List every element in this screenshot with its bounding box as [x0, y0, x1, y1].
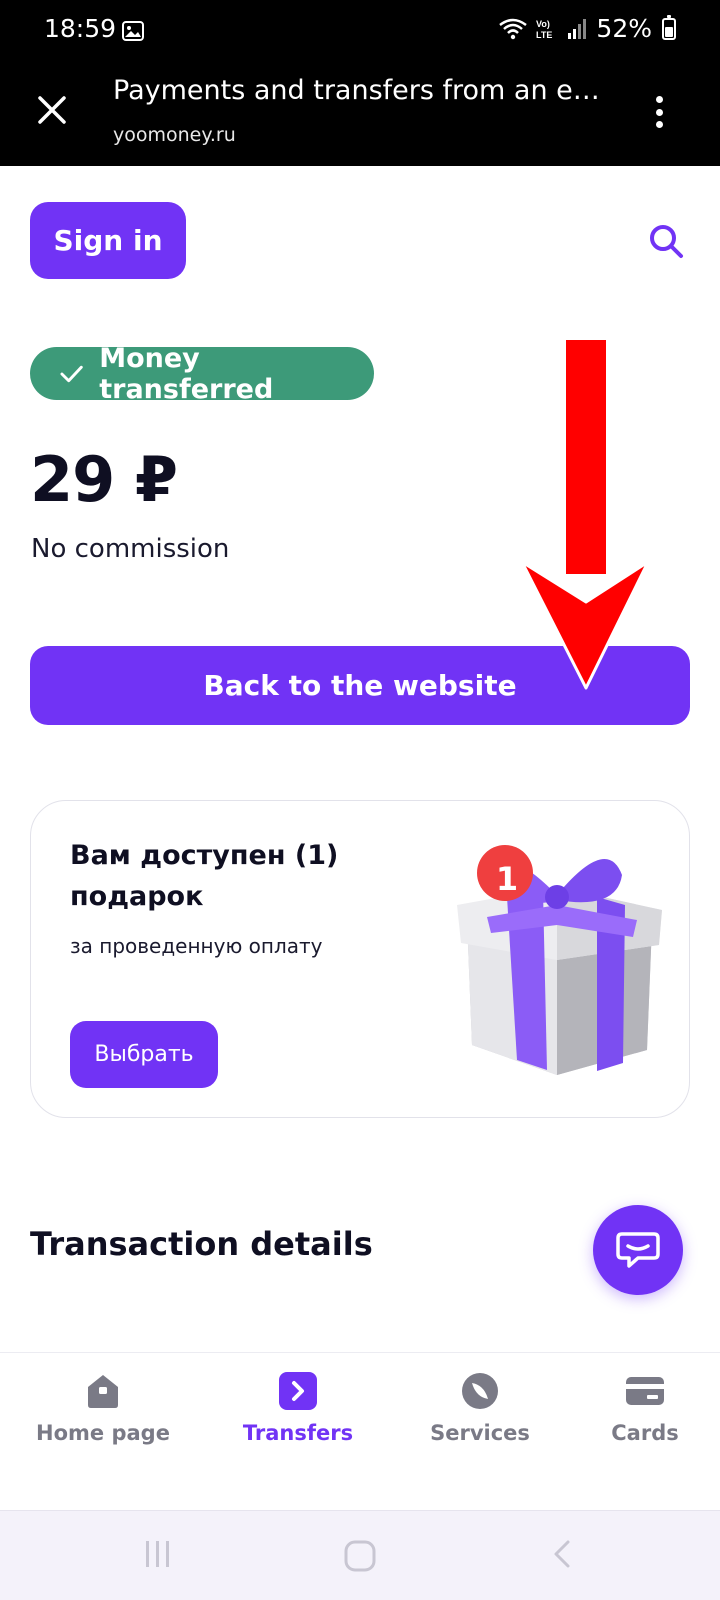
more-options-icon[interactable] — [654, 96, 664, 128]
nav-cards[interactable]: Cards — [560, 1371, 720, 1445]
battery-percent: 52% — [596, 14, 652, 43]
gift-count-badge: 1 — [495, 860, 519, 898]
card-icon — [626, 1377, 664, 1405]
annotation-arrow-icon — [520, 340, 650, 690]
nav-home[interactable]: Home page — [18, 1371, 188, 1445]
gift-subtitle: за проведенную оплату — [70, 934, 323, 958]
sign-in-button[interactable]: Sign in — [30, 202, 186, 279]
close-icon[interactable] — [36, 94, 68, 126]
gift-card: Вам доступен (1) подарок за проведенную … — [30, 800, 690, 1118]
svg-text:LTE: LTE — [536, 30, 552, 40]
chat-icon — [616, 1232, 660, 1268]
wifi-icon — [499, 18, 528, 39]
bottom-navigation: Home page Transfers Services Cards — [0, 1352, 720, 1510]
gallery-notification-icon — [122, 21, 144, 41]
back-icon[interactable] — [550, 1539, 574, 1569]
browser-header: 18:59 Vo) LTE 52% Payments and transfers… — [0, 0, 720, 166]
home-icon — [88, 1375, 118, 1408]
nav-services-label: Services — [430, 1421, 530, 1445]
check-icon — [60, 365, 83, 382]
system-navigation-bar — [0, 1510, 720, 1600]
choose-gift-button[interactable]: Выбрать — [70, 1021, 218, 1088]
services-icon — [462, 1373, 498, 1409]
nav-home-label: Home page — [36, 1421, 170, 1445]
transfers-icon — [279, 1372, 317, 1410]
home-button-icon[interactable] — [343, 1539, 377, 1573]
nav-cards-label: Cards — [611, 1421, 679, 1445]
status-badge-label: Money transferred — [99, 342, 274, 405]
browser-url: yoomoney.ru — [113, 124, 236, 146]
recent-apps-icon[interactable] — [143, 1539, 173, 1569]
volte-icon: Vo) LTE — [536, 19, 552, 40]
search-icon[interactable] — [647, 222, 687, 262]
transaction-details-title: Transaction details — [30, 1225, 373, 1263]
browser-page-title: Payments and transfers from an electr... — [113, 75, 603, 106]
status-indicators: Vo) LTE 52% — [498, 14, 676, 43]
support-chat-button[interactable] — [593, 1205, 683, 1295]
nav-services[interactable]: Services — [395, 1371, 565, 1445]
signal-icon — [568, 18, 587, 39]
nav-transfers-label: Transfers — [242, 1421, 354, 1445]
gift-title: Вам доступен (1) подарок — [70, 840, 339, 912]
commission-text: No commission — [31, 534, 230, 564]
battery-icon — [662, 14, 676, 40]
status-badge: Money transferred — [30, 343, 374, 405]
nav-transfers[interactable]: Transfers — [213, 1371, 383, 1445]
svg-text:Vo): Vo) — [536, 19, 550, 29]
payment-amount: 29 ₽ — [30, 443, 178, 516]
status-time: 18:59 — [44, 14, 117, 43]
